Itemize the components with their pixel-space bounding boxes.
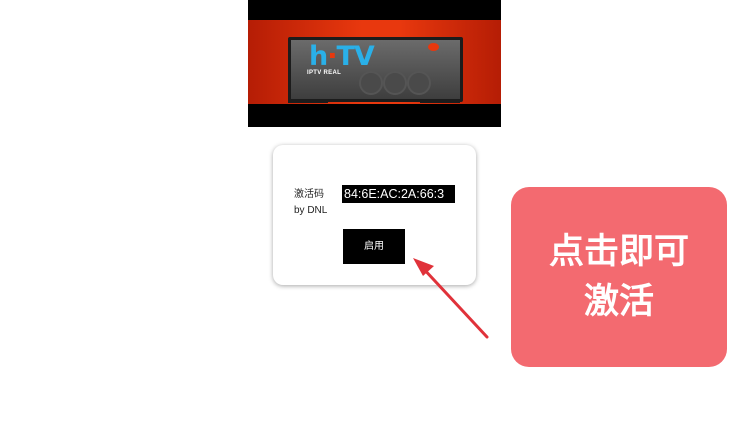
callout-box: 点击即可 激活 bbox=[511, 187, 727, 367]
callout-line-1: 点击即可 bbox=[548, 232, 689, 272]
callout-text: 点击即可 激活 bbox=[511, 227, 727, 327]
callout-line-2: 激活 bbox=[583, 282, 654, 322]
